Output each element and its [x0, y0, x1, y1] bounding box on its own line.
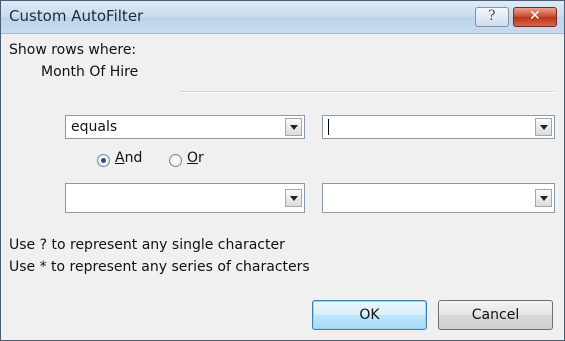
chevron-down-icon[interactable] — [285, 118, 302, 136]
criteria2-value-input[interactable] — [322, 183, 555, 213]
help-icon: ? — [488, 8, 496, 24]
or-radio-label[interactable]: Or — [187, 150, 204, 166]
close-icon: ✕ — [529, 8, 541, 24]
window-title: Custom AutoFilter — [9, 7, 144, 25]
or-radio[interactable] — [169, 154, 182, 167]
hint-single-char: Use ? to represent any single character — [9, 237, 285, 253]
cancel-button[interactable]: Cancel — [438, 300, 553, 330]
ok-button[interactable]: OK — [312, 300, 427, 330]
and-radio-label[interactable]: And — [115, 150, 142, 166]
custom-autofilter-dialog: Custom AutoFilter ? ✕ Show rows where: M… — [0, 0, 565, 341]
criteria1-operator-select[interactable]: equals — [65, 115, 305, 139]
chevron-down-icon[interactable] — [285, 189, 302, 207]
title-bar[interactable]: Custom AutoFilter ? ✕ — [1, 1, 564, 34]
criteria1-value-input[interactable] — [322, 115, 555, 139]
chevron-down-icon[interactable] — [535, 118, 552, 136]
close-button[interactable]: ✕ — [513, 7, 557, 27]
chevron-down-icon[interactable] — [535, 189, 552, 207]
help-button[interactable]: ? — [475, 7, 509, 27]
text-caret — [328, 119, 329, 135]
hint-series-chars: Use * to represent any series of charact… — [9, 259, 310, 275]
criteria1-operator-value: equals — [71, 119, 118, 135]
show-rows-label: Show rows where: — [9, 42, 137, 58]
group-divider — [181, 91, 554, 93]
criteria2-operator-select[interactable] — [65, 183, 305, 213]
and-radio[interactable] — [97, 154, 110, 167]
field-name-label: Month Of Hire — [41, 64, 139, 80]
